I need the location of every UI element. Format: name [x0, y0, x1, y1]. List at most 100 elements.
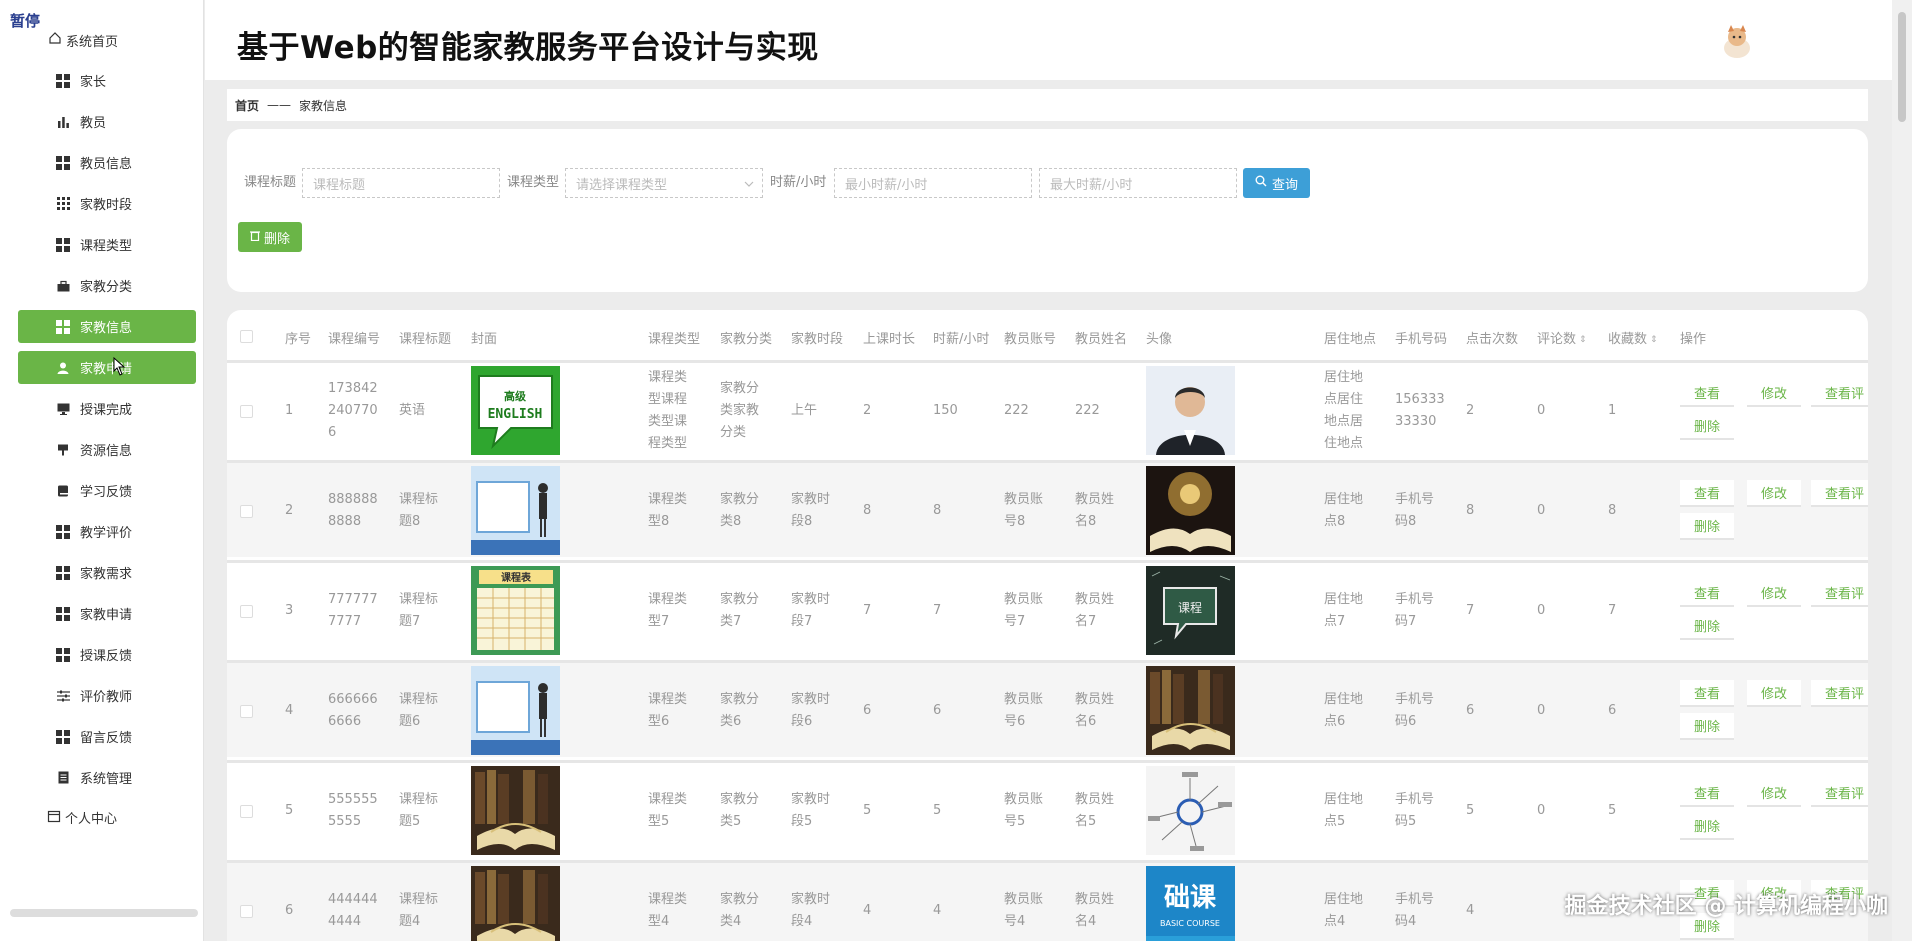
avatar-image[interactable]: 础课 BASIC COURSE [1146, 866, 1235, 941]
sidebar-item-14[interactable]: 授课反馈 [18, 638, 196, 671]
row-checkbox[interactable] [240, 505, 253, 518]
sidebar-item-6[interactable]: 家教信息 [18, 310, 196, 343]
sidebar-item-11[interactable]: 教学评价 [18, 515, 196, 548]
row-checkbox[interactable] [240, 905, 253, 918]
view-reviews-button[interactable]: 查看评 [1811, 780, 1868, 807]
row-checkbox[interactable] [240, 705, 253, 718]
sidebar-item-10[interactable]: 学习反馈 [18, 474, 196, 507]
th-ops: 操作 [1680, 332, 1707, 347]
cell-category-line: 家教分 [720, 892, 760, 907]
cell-period-line: 家教时 [791, 892, 831, 907]
sidebar-item-0[interactable]: 家长 [18, 64, 196, 97]
sidebar-item-5[interactable]: 家教分类 [18, 269, 196, 302]
min-wage-input[interactable]: 最小时薪/小时 [834, 168, 1032, 198]
delete-button[interactable]: 删除 [1680, 813, 1735, 840]
sidebar-item-3[interactable]: 家教时段 [18, 187, 196, 220]
page-scrollbar[interactable] [1892, 0, 1912, 941]
cover-image[interactable]: 高级 ENGLISH [471, 366, 560, 455]
row-checkbox[interactable] [240, 405, 253, 418]
sidebar-item-label: 资源信息 [80, 444, 133, 459]
edit-button[interactable]: 修改 [1747, 680, 1802, 707]
view-button[interactable]: 查看 [1680, 780, 1735, 807]
max-wage-input[interactable]: 最大时薪/小时 [1039, 168, 1237, 198]
cell-code: 555555 5555 [328, 789, 378, 833]
edit-button[interactable]: 修改 [1747, 480, 1802, 507]
row-checkbox[interactable] [240, 805, 253, 818]
edit-button[interactable]: 修改 [1747, 780, 1802, 807]
cell-address: 居住地 点8 [1324, 489, 1363, 533]
th-clicks[interactable]: 点击次数 [1466, 328, 1518, 347]
table-row: 4 666666 6666 课程标 题6 课程类 型6 家教分 类6 家教时 段6 6 6 教员账 号6 教员… [227, 660, 1868, 757]
sidebar-item-8[interactable]: 授课完成 [18, 392, 196, 425]
delete-button[interactable]: 删除 [1680, 413, 1735, 440]
cell-address-line: 居住地 [1324, 492, 1364, 507]
row-checkbox[interactable] [240, 605, 253, 618]
cover-image[interactable] [471, 866, 560, 941]
query-button[interactable]: 查询 [1243, 168, 1310, 198]
cover-image[interactable] [471, 666, 560, 755]
course-type-select[interactable]: 请选择课程类型 [565, 168, 763, 198]
delete-button[interactable]: 删除 [1680, 513, 1735, 540]
course-title-input[interactable]: 课程标题 [302, 168, 500, 198]
th-favorites[interactable]: 收藏数 ⇕ [1608, 328, 1658, 347]
svg-text:BASIC COURSE: BASIC COURSE [1160, 919, 1220, 928]
cell-type: 课程类 型6 [648, 689, 687, 733]
batch-delete-button[interactable]: 删除 [238, 222, 302, 252]
sidebar-item-15[interactable]: 评价教师 [18, 679, 196, 712]
view-button[interactable]: 查看 [1680, 580, 1735, 607]
sidebar-item-1[interactable]: 教员 [18, 105, 196, 138]
view-button[interactable]: 查看 [1680, 380, 1735, 407]
sidebar-item-12[interactable]: 家教需求 [18, 556, 196, 589]
edit-button[interactable]: 修改 [1747, 580, 1802, 607]
scrollbar-thumb[interactable] [1898, 12, 1906, 122]
cell-code-line: 4444 [328, 914, 362, 929]
view-reviews-button[interactable]: 查看评 [1811, 380, 1868, 407]
sidebar-item-16[interactable]: 留言反馈 [18, 720, 196, 753]
avatar-image[interactable] [1146, 366, 1235, 455]
sidebar-item-17[interactable]: 系统管理 [18, 761, 196, 794]
view-button[interactable]: 查看 [1680, 680, 1735, 707]
select-all-checkbox[interactable] [240, 330, 253, 343]
view-reviews-button[interactable]: 查看评 [1811, 480, 1868, 507]
view-reviews-button[interactable]: 查看评 [1811, 680, 1868, 707]
sidebar-scrollbar[interactable] [10, 909, 198, 917]
cell-period-line: 段8 [791, 514, 813, 529]
sidebar-item-home[interactable]: 系统首页 [48, 31, 118, 50]
breadcrumb-home[interactable]: 首页 [235, 97, 259, 114]
cover-image[interactable] [471, 766, 560, 855]
view-reviews-button[interactable]: 查看评 [1811, 580, 1868, 607]
cell-period: 家教时 段6 [791, 689, 830, 733]
cell-account: 222 [1004, 400, 1029, 422]
user-avatar[interactable] [1717, 22, 1757, 62]
sidebar-item-13[interactable]: 家教申请 [18, 597, 196, 630]
edit-button[interactable]: 修改 [1747, 380, 1802, 407]
cell-address-line: 住地点 [1324, 436, 1364, 451]
cell-type-line: 型4 [648, 914, 670, 929]
cell-code-line: 666666 [328, 692, 378, 707]
avatar-image[interactable]: 课程 [1146, 566, 1235, 655]
cell-title-line: 题7 [399, 614, 421, 629]
view-button[interactable]: 查看 [1680, 480, 1735, 507]
cell-title-line: 课程标 [399, 492, 439, 507]
delete-button[interactable]: 删除 [1680, 613, 1735, 640]
cover-image[interactable] [471, 466, 560, 555]
sidebar-item-label: 家教时段 [80, 198, 133, 213]
cell-code-line: 240770 [328, 403, 378, 418]
sidebar-item-4[interactable]: 课程类型 [18, 228, 196, 261]
table-row: 1 173842 240770 6 英语 高级 ENGLISH 课程类 型课程 类型课 程类型 家教分… [227, 360, 1868, 457]
sidebar-item-9[interactable]: 资源信息 [18, 433, 196, 466]
th-comments[interactable]: 评论数 ⇕ [1537, 328, 1587, 347]
cover-image[interactable]: 课程表 [471, 566, 560, 655]
sidebar-item-personal[interactable]: 个人中心 [47, 808, 117, 827]
delete-button[interactable]: 删除 [1680, 713, 1735, 740]
avatar-image[interactable] [1146, 766, 1235, 855]
avatar-image[interactable] [1146, 666, 1235, 755]
cell-category-line: 类5 [720, 814, 742, 829]
cell-category: 家教分 类8 [720, 489, 759, 533]
avatar-image[interactable] [1146, 466, 1235, 555]
grid-icon [56, 319, 70, 334]
cell-clicks: 5 [1466, 803, 1475, 818]
sidebar-item-7[interactable]: 家教申请 [18, 351, 196, 384]
sort-icon: ⇕ [1579, 334, 1587, 345]
sidebar-item-2[interactable]: 教员信息 [18, 146, 196, 179]
